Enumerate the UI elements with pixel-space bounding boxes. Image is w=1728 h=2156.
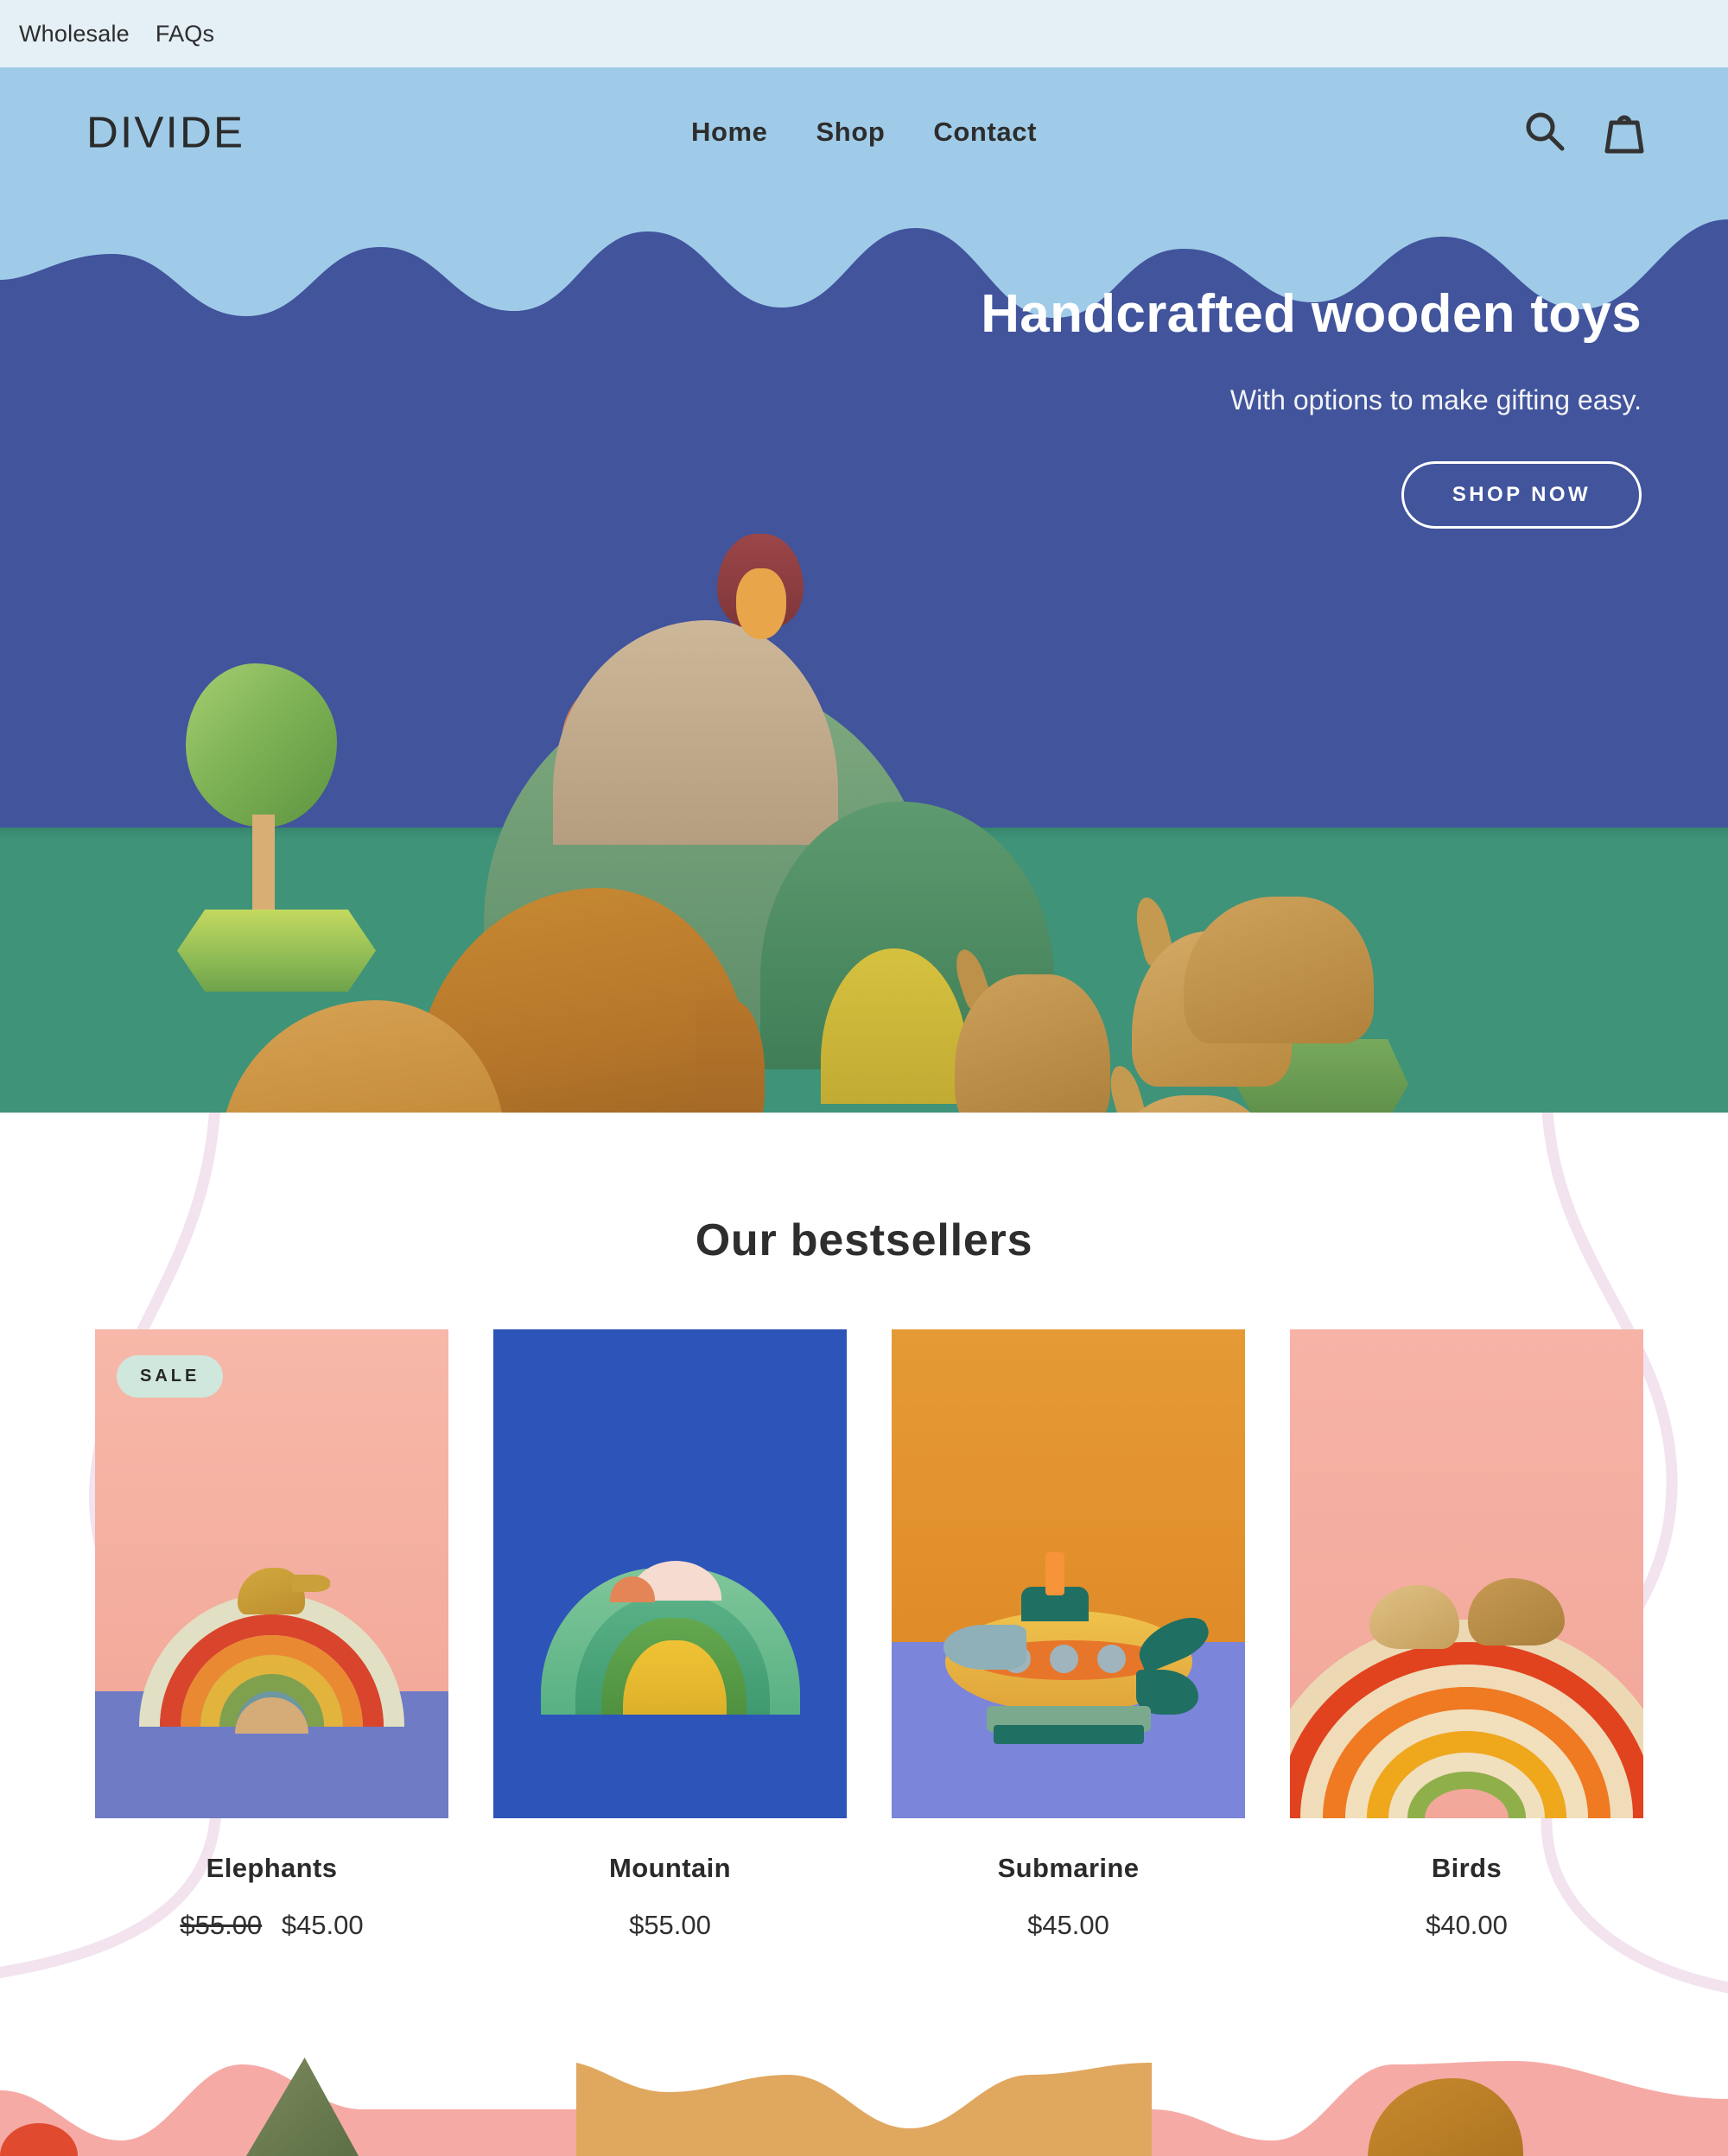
toy-tree-base [177,910,376,992]
page-root: Wholesale FAQs DIVIDE Home Shop Contact [0,0,1728,2156]
product-image-elephants[interactable]: SALE [95,1329,448,1818]
sale-badge: SALE [117,1355,224,1398]
bottom-panels [0,2058,1728,2156]
product-price-group: $40.00 [1290,1910,1643,1941]
product-price: $40.00 [1426,1910,1508,1940]
product-name: Elephants [206,1853,338,1883]
hero-title: Handcrafted wooden toys [981,284,1642,344]
cart-bag-icon[interactable] [1600,107,1649,157]
product-card[interactable]: Submarine $45.00 [892,1329,1245,1941]
panel-pink-right[interactable] [1152,2058,1728,2156]
header-actions [1521,107,1649,157]
product-compare-price: $55.00 [180,1910,263,1940]
product-price-group: $45.00 [892,1910,1245,1941]
section-title: Our bestsellers [695,1215,1033,1265]
hero-banner: Handcrafted wooden toys With options to … [0,197,1728,1113]
panel-pink-left[interactable] [0,2058,576,2156]
panel-tan-center[interactable] [576,2058,1152,2156]
product-price: $45.00 [1027,1910,1109,1940]
nav-item-home[interactable]: Home [691,117,768,148]
product-grid: SALE Elephants $55.00 $45.00 Mountain $5… [95,1329,1643,1941]
nav-item-contact[interactable]: Contact [933,117,1037,148]
hero-copy: Handcrafted wooden toys With options to … [899,283,1642,529]
product-price-group: $55.00 $45.00 [95,1910,448,1941]
main-navigation: Home Shop Contact [691,117,1037,148]
toy-owl-face [736,568,786,639]
bestsellers-section: Our bestsellers SALE Elephants $55.00 $4… [0,1113,1728,2058]
product-image-mountain[interactable] [493,1329,847,1818]
product-name: Submarine [997,1853,1140,1883]
product-card[interactable]: Birds $40.00 [1290,1329,1643,1941]
search-icon[interactable] [1521,108,1569,156]
site-logo[interactable]: DIVIDE [86,107,245,158]
product-price: $45.00 [281,1910,364,1940]
product-card[interactable]: Mountain $55.00 [493,1329,847,1941]
product-name: Mountain [609,1853,731,1883]
product-price: $55.00 [629,1910,711,1940]
announcement-link-faqs[interactable]: FAQs [156,21,214,48]
product-price-group: $55.00 [493,1910,847,1941]
product-image-birds[interactable] [1290,1329,1643,1818]
toy-tree-canopy [186,663,337,828]
nav-item-shop[interactable]: Shop [816,117,886,148]
announcement-bar: Wholesale FAQs [0,0,1728,67]
announcement-link-wholesale[interactable]: Wholesale [19,21,130,48]
product-image-submarine[interactable] [892,1329,1245,1818]
product-card[interactable]: SALE Elephants $55.00 $45.00 [95,1329,448,1941]
shop-now-button[interactable]: SHOP NOW [1401,461,1642,529]
site-header: DIVIDE Home Shop Contact [0,67,1728,197]
product-name: Birds [1431,1853,1502,1883]
hero-subtitle: With options to make gifting easy. [1229,384,1642,416]
